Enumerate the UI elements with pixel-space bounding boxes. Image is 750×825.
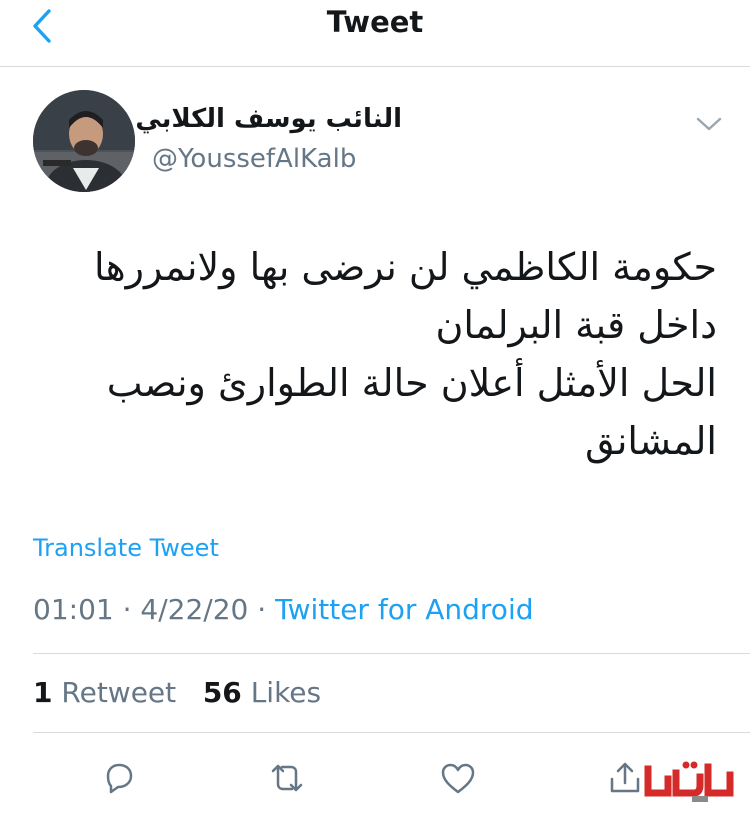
retweets-stat[interactable]: 1 Retweet — [33, 676, 176, 709]
translate-tweet-link[interactable]: Translate Tweet — [33, 534, 219, 562]
avatar[interactable] — [33, 90, 135, 192]
author-handle[interactable]: @YoussefAlKalb — [152, 144, 356, 174]
tweet-date: 4/22/20 — [140, 593, 249, 626]
likes-stat[interactable]: 56 Likes — [203, 676, 321, 709]
tweet-options-button[interactable] — [693, 110, 725, 138]
tweet-text-line: المشانق — [585, 419, 717, 463]
reply-icon — [106, 763, 133, 794]
retweet-button[interactable] — [265, 756, 309, 800]
avatar-photo — [33, 90, 135, 192]
divider — [33, 732, 750, 733]
tweet-text-line: داخل قبة البرلمان — [435, 303, 717, 347]
page-title: Tweet — [326, 5, 424, 39]
like-button[interactable] — [436, 756, 480, 800]
retweet-icon — [271, 764, 303, 792]
like-icon — [441, 763, 475, 794]
tweet-text-line: حكومة الكاظمي لن نرضى بها ولانمررها — [94, 245, 717, 289]
divider — [33, 653, 750, 654]
tweet-time: 01:01 — [33, 593, 114, 626]
tweet-stats: 1 Retweet 56 Likes — [33, 676, 321, 709]
likes-count: 56 — [202, 676, 242, 709]
tweet-text-line: الحل الأمثل أعلان حالة الطوارئ ونصب — [106, 361, 717, 405]
top-nav-bar: Tweet — [0, 0, 750, 67]
tweet-meta: 01:01 · 4/22/20 · Twitter for Android — [33, 593, 534, 626]
author-display-name[interactable]: النائب يوسف الكلابي — [135, 104, 402, 134]
tweet-source-link[interactable]: Twitter for Android — [275, 593, 533, 626]
tweet-text: حكومة الكاظمي لن نرضى بها ولانمررها داخل… — [77, 238, 717, 470]
meta-separator: · — [257, 593, 267, 626]
news-watermark-logo — [638, 755, 738, 805]
retweets-label: Retweet — [61, 676, 177, 709]
chevron-down-icon — [696, 117, 722, 131]
likes-label: Likes — [250, 676, 322, 709]
reply-button[interactable] — [97, 756, 141, 800]
meta-separator: · — [122, 593, 132, 626]
retweets-count: 1 — [33, 676, 53, 709]
